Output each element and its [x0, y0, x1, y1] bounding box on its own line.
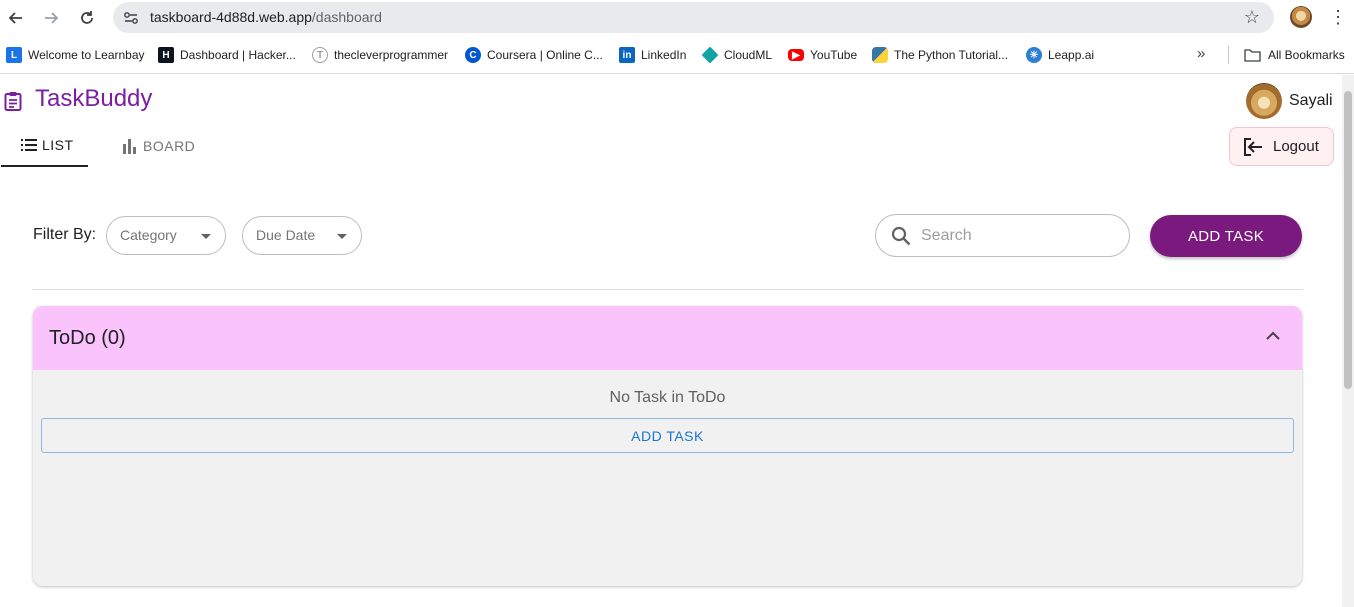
chevron-up-icon[interactable] [1266, 331, 1280, 340]
bookmark-label: YouTube [810, 48, 858, 62]
bookmark-cloudml[interactable]: CloudML [701, 46, 773, 64]
all-bookmarks[interactable]: All Bookmarks [1244, 46, 1345, 64]
add-task-button[interactable]: ADD TASK [1150, 215, 1302, 257]
tab-list[interactable]: LIST [1, 125, 88, 167]
scrollbar-thumb[interactable] [1344, 91, 1352, 389]
url-path: /dashboard [311, 9, 382, 25]
taskbuddy-app: TaskBuddy Sayali Logout LIST BOARD Filte… [0, 75, 1342, 607]
theclever-icon: T [312, 47, 328, 63]
board-icon [123, 139, 136, 154]
dropdown-caret-icon [337, 234, 347, 239]
folder-icon [1244, 49, 1261, 62]
address-bar[interactable]: taskboard-4d88d.web.app/dashboard ☆ [113, 2, 1274, 33]
list-icon [21, 139, 37, 151]
bookmark-coursera[interactable]: C Coursera | Online C... [465, 46, 603, 64]
logout-button[interactable]: Logout [1229, 127, 1334, 166]
url-host: taskboard-4d88d.web.app [150, 9, 312, 25]
coursera-icon: C [465, 47, 481, 63]
category-filter-select[interactable]: Category [106, 216, 226, 255]
user-avatar [1246, 83, 1282, 119]
logout-icon [1244, 137, 1262, 156]
due-date-filter-label: Due Date [256, 227, 316, 243]
bookmark-python-tutorial[interactable]: The Python Tutorial... [872, 46, 1008, 64]
youtube-icon: ▶ [788, 49, 804, 61]
logout-label: Logout [1273, 138, 1319, 155]
bookmark-learnbay[interactable]: L Welcome to Learnbay [6, 46, 145, 64]
bookmarks-bar: L Welcome to Learnbay H Dashboard | Hacker… [0, 36, 1354, 74]
browser-profile-avatar[interactable] [1290, 6, 1312, 28]
due-date-filter-select[interactable]: Due Date [242, 216, 362, 255]
bookmark-star-icon[interactable]: ☆ [1244, 7, 1260, 28]
back-icon[interactable] [4, 6, 28, 30]
bookmark-leapp[interactable]: ✳ Leapp.ai [1026, 46, 1094, 64]
bookmark-label: Coursera | Online C... [487, 48, 603, 62]
dropdown-caret-icon [201, 234, 211, 239]
python-icon [872, 47, 888, 63]
tab-list-label: LIST [42, 137, 74, 153]
filter-label: Filter By: [33, 226, 97, 243]
learnbay-icon: L [6, 47, 22, 63]
toolbar-divider [32, 289, 1303, 290]
todo-section: ToDo (0) No Task in ToDo ADD TASK [33, 306, 1302, 586]
cloudml-icon [701, 46, 719, 64]
browser-menu-icon[interactable]: ⋮ [1329, 6, 1347, 30]
user-name: Sayali [1289, 92, 1333, 109]
todo-add-task-button[interactable]: ADD TASK [41, 418, 1294, 453]
bookmark-label: LinkedIn [641, 48, 687, 62]
search-input[interactable] [921, 225, 1111, 247]
tab-board[interactable]: BOARD [121, 125, 195, 167]
hackerrank-icon: H [158, 47, 174, 63]
bookmark-label: Dashboard | Hacker... [180, 48, 296, 62]
search-icon [891, 226, 911, 246]
todo-section-header[interactable]: ToDo (0) [33, 306, 1302, 370]
bookmark-label: The Python Tutorial... [894, 48, 1009, 62]
search-box [875, 214, 1130, 257]
bookmark-label: thecleverprogrammer [334, 48, 449, 62]
bookmark-label: Leapp.ai [1048, 48, 1095, 62]
leapp-icon: ✳ [1026, 47, 1042, 63]
tab-board-label: BOARD [143, 138, 196, 154]
page-scrollbar[interactable] [1342, 75, 1354, 607]
app-brand: TaskBuddy [35, 85, 153, 112]
linkedin-icon: in [619, 47, 635, 63]
bookmark-label: CloudML [724, 48, 773, 62]
bookmark-youtube[interactable]: ▶ YouTube [788, 46, 857, 64]
bookmark-label: Welcome to Learnbay [28, 48, 145, 62]
forward-icon[interactable] [39, 6, 63, 30]
bookmark-thecleverprogrammer[interactable]: Tthecleverprogrammer [312, 46, 448, 64]
all-bookmarks-label: All Bookmarks [1268, 48, 1345, 62]
category-filter-label: Category [120, 227, 177, 243]
bookmark-linkedin[interactable]: in LinkedIn [619, 46, 686, 64]
site-settings-icon[interactable] [122, 9, 140, 27]
more-bookmarks-icon[interactable]: » [1197, 45, 1205, 62]
clipboard-icon [4, 92, 22, 111]
todo-empty-message: No Task in ToDo [609, 389, 726, 406]
url-text: taskboard-4d88d.web.app/dashboard [150, 9, 382, 25]
browser-toolbar: taskboard-4d88d.web.app/dashboard ☆ ⋮ [0, 0, 1354, 36]
reload-icon[interactable] [75, 6, 99, 30]
bookmark-hackerrank[interactable]: H Dashboard | Hacker... [158, 46, 296, 64]
bookmark-separator [1228, 46, 1229, 64]
todo-section-title: ToDo (0) [49, 327, 126, 349]
